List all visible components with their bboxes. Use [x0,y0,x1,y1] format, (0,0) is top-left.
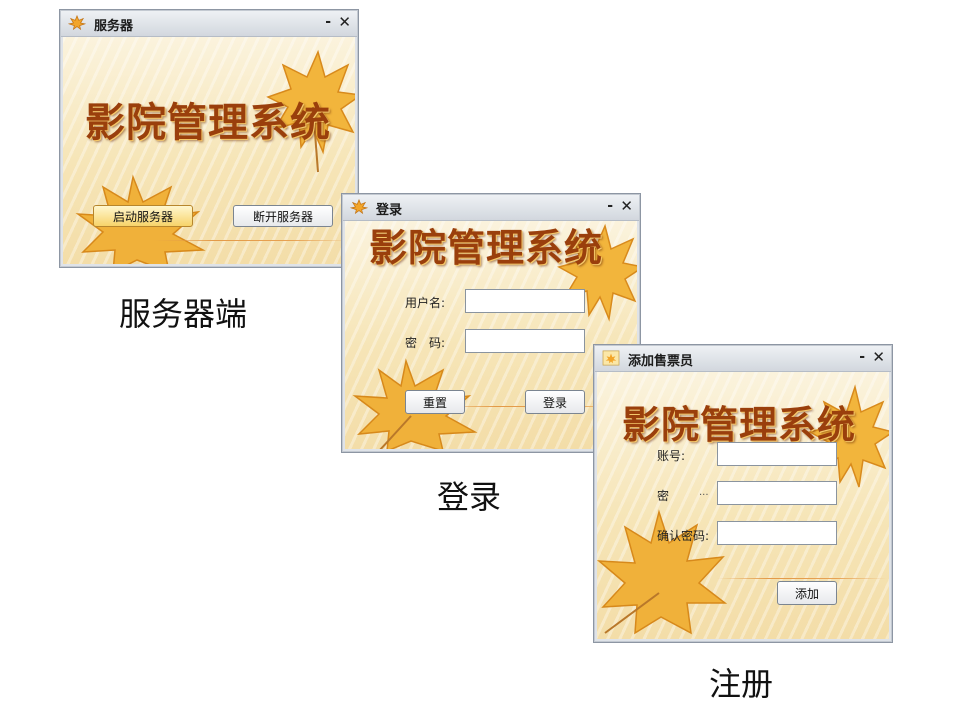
password-input[interactable] [465,329,585,353]
register-content: 影院管理系统 账号: 密 ... 确认密码: 添加 [597,372,889,639]
banner-title: 影院管理系统 [85,99,331,146]
password-label: 密 码: [405,336,446,350]
confirm-password-label: 确认密码: [657,529,710,543]
minimize-icon[interactable]: - [607,198,613,214]
reset-button[interactable]: 重置 [405,390,465,414]
window-title: 服务器 [94,19,134,34]
window-title: 登录 [376,203,403,218]
register-window: 添加售票员 - ✕ 影院管理系统 账号: 密 ... 确认密码: 添加 [593,344,893,643]
account-input[interactable] [717,442,837,466]
login-caption: 登录 [437,478,502,516]
confirm-password-input[interactable] [717,521,837,545]
register-caption: 注册 [709,665,774,703]
divider [153,240,353,241]
login-button[interactable]: 登录 [525,390,585,414]
close-icon[interactable]: ✕ [620,197,633,215]
stop-server-button[interactable]: 断开服务器 [233,205,333,227]
divider [717,578,887,579]
banner-title: 影院管理系统 [369,225,604,270]
register-titlebar[interactable]: 添加售票员 - ✕ [595,346,891,372]
server-window: 服务器 - ✕ 影院管理系统 启动服务器 断开服务器 [59,9,359,268]
server-caption: 服务器端 [119,295,248,333]
minimize-icon[interactable]: - [859,349,865,365]
password-label-ellipsis: ... [699,487,709,498]
maple-leaf-icon [350,199,368,215]
window-title: 添加售票员 [628,354,694,369]
banner-title: 影院管理系统 [622,402,857,447]
username-label: 用户名: [405,296,446,310]
password-input[interactable] [717,481,837,505]
close-icon[interactable]: ✕ [872,348,885,366]
maple-leaf-icon [68,15,86,31]
add-button[interactable]: 添加 [777,581,837,605]
close-icon[interactable]: ✕ [338,13,351,31]
server-titlebar[interactable]: 服务器 - ✕ [61,11,357,37]
minimize-icon[interactable]: - [325,14,331,30]
password-label: 密 [657,489,670,503]
start-server-button[interactable]: 启动服务器 [93,205,193,227]
server-content: 影院管理系统 启动服务器 断开服务器 [63,37,355,264]
account-label: 账号: [657,449,686,463]
username-input[interactable] [465,289,585,313]
login-titlebar[interactable]: 登录 - ✕ [343,195,639,221]
app-icon [602,350,620,366]
